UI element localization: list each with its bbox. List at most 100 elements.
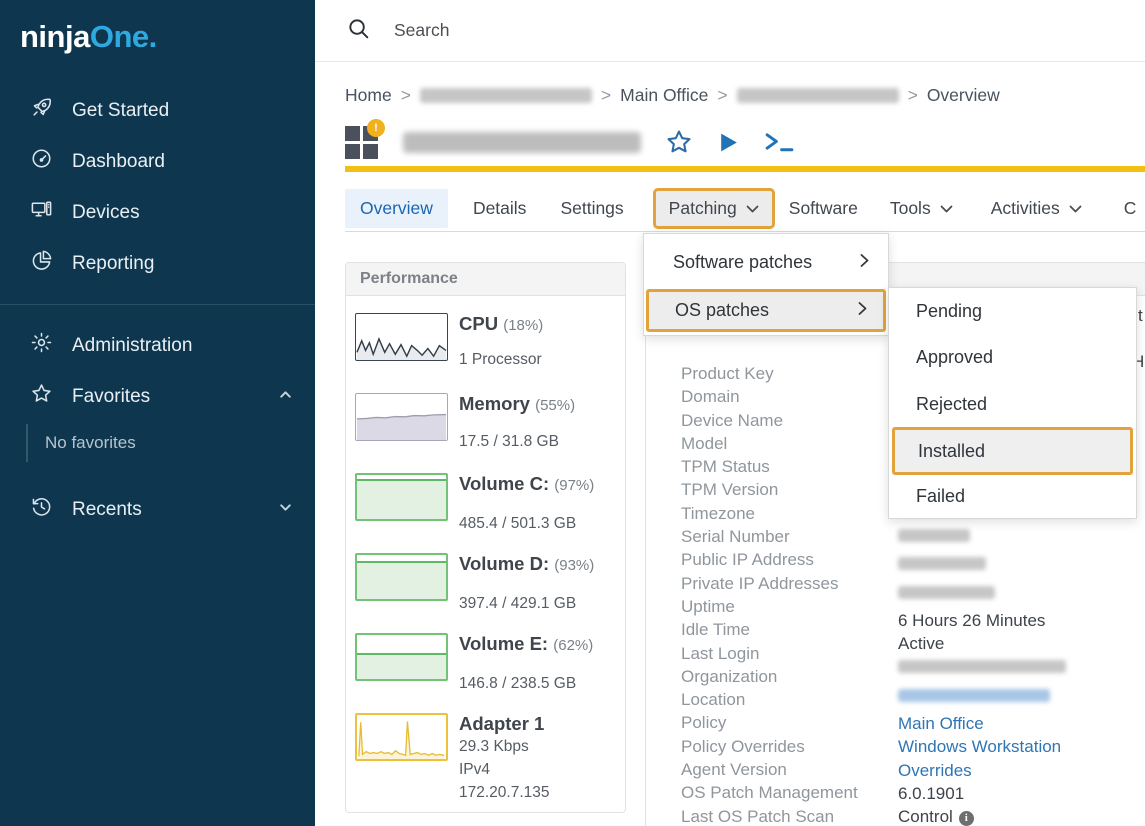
tab-activities[interactable]: Activities [991,198,1082,219]
main-area: Home > > Main Office > > Overview ! Over… [315,0,1145,826]
tab-patching[interactable]: Patching [653,188,775,229]
value-idle-time: Active [898,632,1066,655]
pie-chart-icon [30,249,53,278]
detail-label: Policy [681,711,858,734]
breadcrumb-overview[interactable]: Overview [927,85,1000,106]
app-root: ninjaOne. Get Started Dashboard Devices … [0,0,1145,826]
terminal-button[interactable] [764,130,795,154]
memory-area-chart [355,393,448,441]
rocket-icon [30,96,53,125]
sidebar-item-label: Dashboard [72,151,165,173]
device-title-row: ! [345,120,795,164]
submenu-item-approved[interactable]: Approved [889,334,1136,380]
value-serial-number-redacted [898,529,1066,552]
breadcrumb-home[interactable]: Home [345,85,392,106]
ninjaone-logo[interactable]: ninjaOne. [0,0,315,55]
breadcrumb-main-office[interactable]: Main Office [620,85,708,106]
patching-dropdown-menu: Software patches OS patches [643,233,889,336]
performance-panel: Performance CPU (18%) 1 Processor [345,262,626,813]
cpu-sparkline-chart [355,313,448,361]
windows-logo-icon: ! [345,126,379,159]
breadcrumb-redacted-organization[interactable] [420,88,592,103]
chevron-down-icon [746,198,759,219]
value-policy-link[interactable]: Windows Workstation [898,735,1066,758]
submenu-item-pending[interactable]: Pending [889,288,1136,334]
value-public-ip-redacted [898,557,1066,580]
chevron-down-icon [1069,198,1082,219]
sidebar-item-reporting[interactable]: Reporting [0,238,315,289]
chevron-down-icon [940,198,953,219]
sidebar-nav: Get Started Dashboard Devices Reporting … [0,85,315,535]
adapter-name: Adapter 1 [459,713,617,735]
value-organization-redacted-link[interactable] [898,689,1066,712]
sidebar-item-devices[interactable]: Devices [0,187,315,238]
tab-details[interactable]: Details [473,198,527,219]
sidebar-item-label: Favorites [72,386,150,408]
value-private-ip-redacted [898,586,1066,609]
sidebar-item-label: Recents [72,499,142,521]
tab-bar: Overview Details Settings Patching Softw… [345,186,1145,232]
submenu-item-installed[interactable]: Installed [892,427,1133,475]
menu-item-software-patches[interactable]: Software patches [644,242,888,282]
tab-settings[interactable]: Settings [560,198,623,219]
menu-item-os-patches[interactable]: OS patches [646,289,886,332]
detail-label: Last Login [681,642,858,665]
detail-label: Domain [681,385,858,408]
detail-label: Private IP Addresses [681,572,858,595]
tab-software[interactable]: Software [789,198,858,219]
logo-text-ninja: ninja [20,19,90,54]
value-policy-overrides-link[interactable]: Overrides [898,759,1066,782]
chevron-right-icon [860,252,869,273]
perf-row-adapter: Adapter 1 29.3 Kbps IPv4 172.20.7.135 [355,713,617,788]
os-patches-submenu: Pending Approved Rejected Installed Fail… [888,287,1137,519]
sidebar-item-label: Reporting [72,253,154,275]
detail-label: Product Key [681,362,858,385]
perf-row-volume-e: Volume E: (62%) 146.8 / 238.5 GB [355,633,617,681]
value-location-link[interactable]: Main Office [898,712,1066,735]
devices-icon [30,198,53,227]
device-details-labels: Product Key Domain Device Name Model TPM… [681,362,858,826]
sidebar-item-recents[interactable]: Recents [0,484,315,535]
sidebar-item-get-started[interactable]: Get Started [0,85,315,136]
detail-label: Model [681,432,858,455]
sidebar-item-label: Devices [72,202,140,224]
submenu-item-failed[interactable]: Failed [889,473,1136,519]
volume-d-chart [355,553,448,601]
adapter-protocol: IPv4 [459,758,617,781]
tab-tools[interactable]: Tools [890,198,953,219]
history-icon [30,495,53,524]
sidebar-item-dashboard[interactable]: Dashboard [0,136,315,187]
search-icon [347,17,370,45]
tab-overview[interactable]: Overview [345,189,448,228]
value-os-patch-management: Controli [898,805,1066,826]
perf-row-memory: Memory (55%) 17.5 / 31.8 GB [355,393,617,441]
detail-label: Last OS Patch Scan [681,805,858,826]
tab-clipped[interactable]: C [1124,198,1137,219]
perf-row-volume-c: Volume C: (97%) 485.4 / 501.3 GB [355,473,617,521]
breadcrumb-redacted-device[interactable] [737,88,899,103]
perf-row-cpu: CPU (18%) 1 Processor [355,313,617,361]
sidebar-divider [0,304,315,305]
perf-row-volume-d: Volume D: (93%) 397.4 / 429.1 GB [355,553,617,601]
cpu-detail: 1 Processor [459,351,542,369]
breadcrumb: Home > > Main Office > > Overview [345,85,1000,106]
favorite-star-button[interactable] [665,128,693,156]
adapter-ip: 172.20.7.135 [459,781,617,804]
value-uptime: 6 Hours 26 Minutes [898,609,1066,632]
info-icon[interactable]: i [959,811,974,826]
play-button[interactable] [717,131,740,154]
detail-label: Organization [681,665,858,688]
sidebar-item-administration[interactable]: Administration [0,320,315,371]
detail-label: Idle Time [681,618,858,641]
submenu-item-rejected[interactable]: Rejected [889,381,1136,427]
gauge-icon [30,147,53,176]
detail-label: Policy Overrides [681,735,858,758]
chevron-right-icon [858,300,867,321]
detail-label: Agent Version [681,758,858,781]
sidebar-item-favorites[interactable]: Favorites [0,371,315,422]
favorites-empty-label: No favorites [26,424,315,462]
sidebar-item-label: Get Started [72,100,169,122]
search-bar [315,0,1145,62]
clipped-value-fragment: t [1138,306,1143,326]
search-input[interactable] [394,20,794,41]
